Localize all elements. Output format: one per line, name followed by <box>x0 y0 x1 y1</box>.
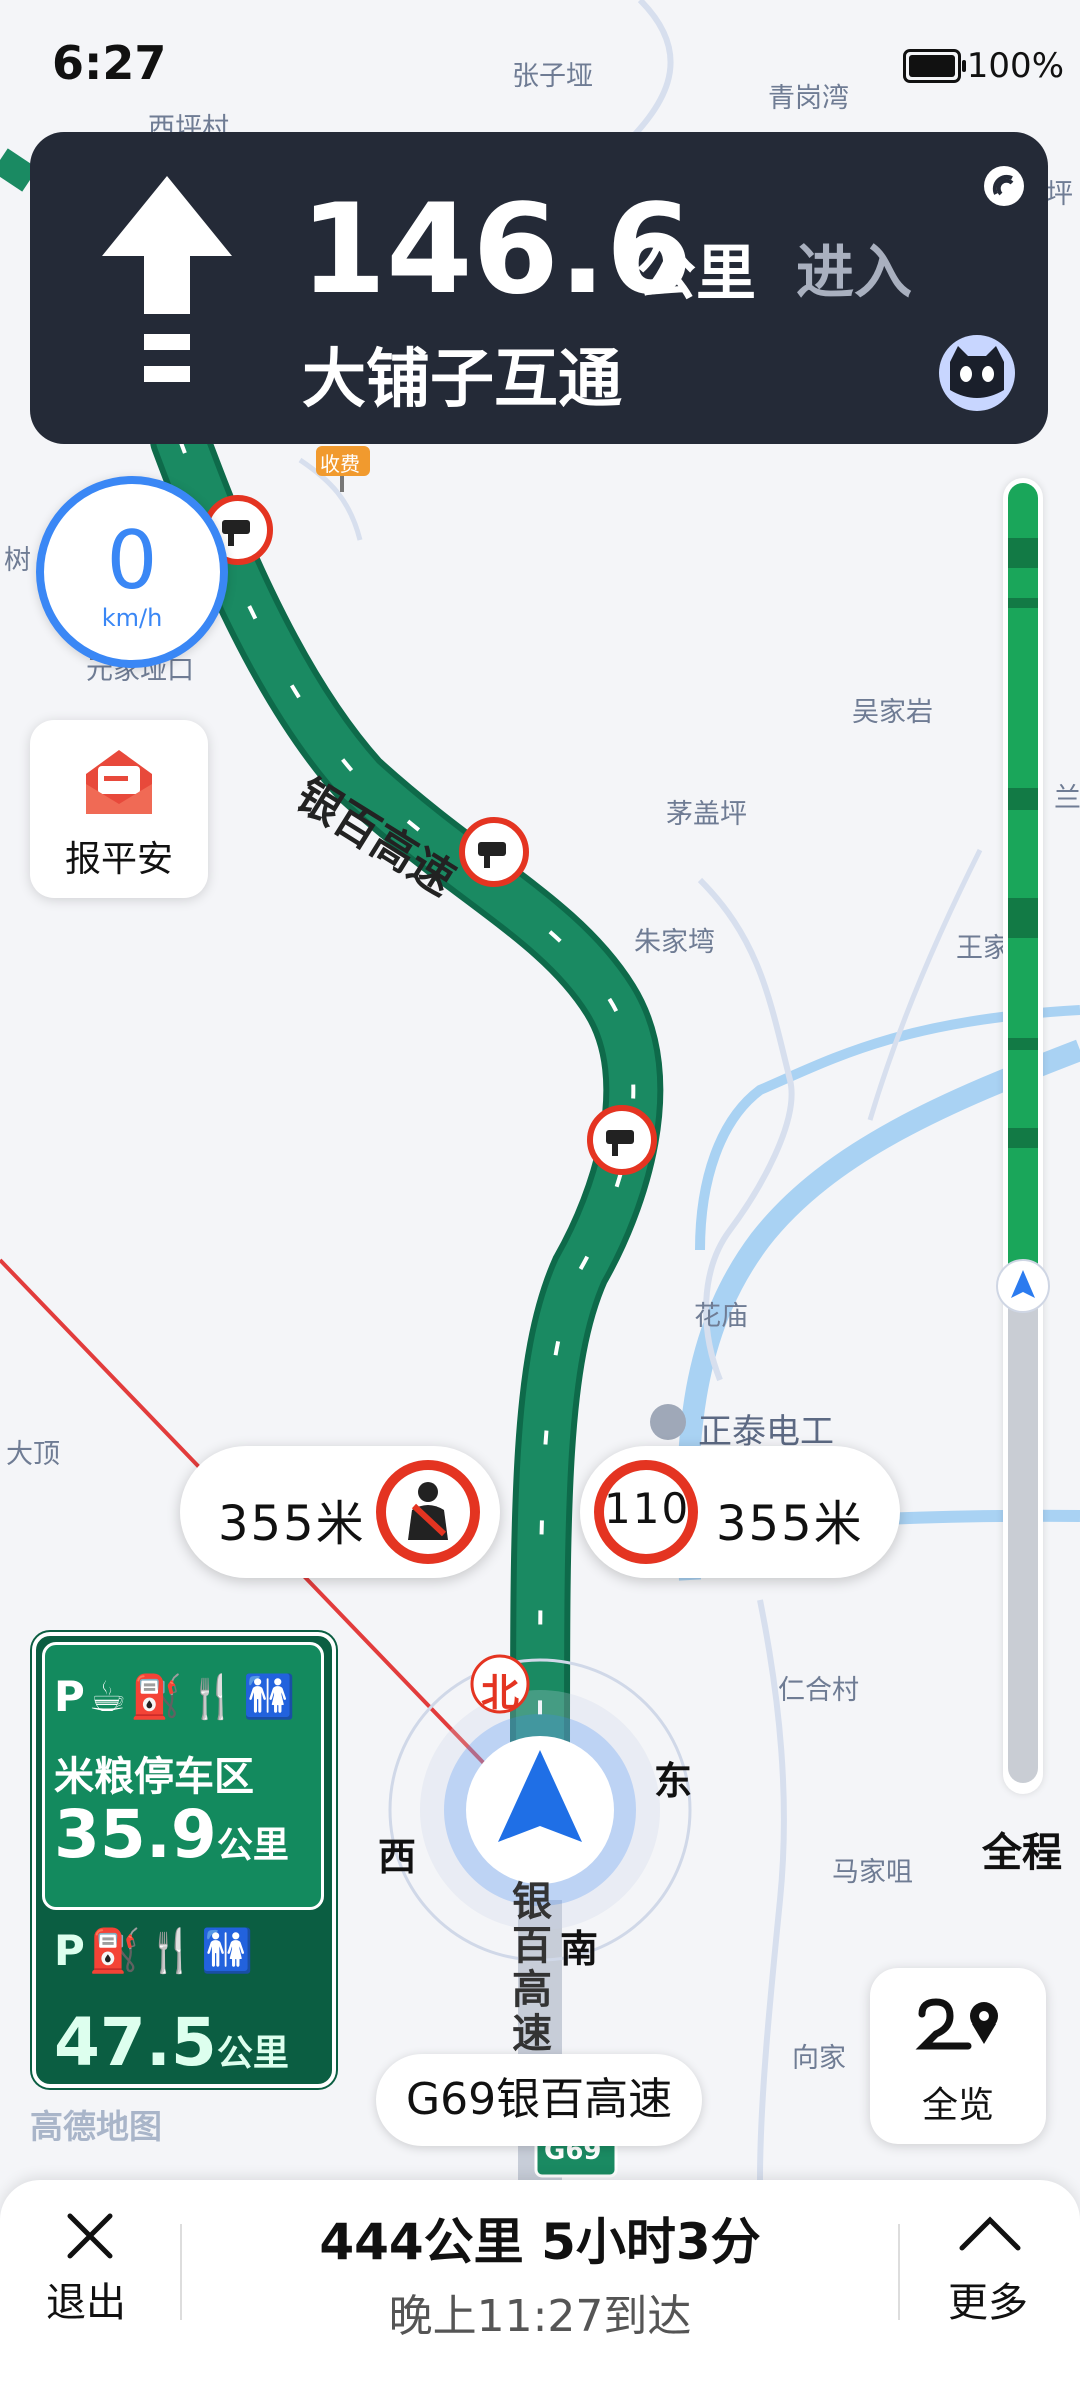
toll-label: 收费 <box>320 452 360 476</box>
map-place-label: 兰 <box>1054 783 1080 814</box>
battery-indicator: 100% <box>902 46 1064 86</box>
next-road-name: 大铺子互通 <box>302 343 622 417</box>
service-area-distance: 35.9公里 <box>54 1796 289 1873</box>
map-place-label: 王家 <box>956 933 1010 964</box>
trip-distance-time: 444公里 5小时3分 <box>319 2213 761 2271</box>
camera-icon <box>459 817 529 887</box>
camera-icon <box>587 1105 657 1175</box>
speed-unit: km/h <box>101 604 163 632</box>
overview-button[interactable]: 全览 <box>870 1968 1046 2144</box>
overview-label: 全览 <box>921 2085 994 2126</box>
map-place-label: 花庙 <box>694 1301 748 1332</box>
minor-road <box>617 0 674 153</box>
map-place-label: 大顶 <box>6 1439 60 1470</box>
progress-position-icon <box>996 1259 1050 1313</box>
more-button[interactable]: 更多 <box>948 2270 1028 2328</box>
map-place-label: 吴家岩 <box>852 697 933 728</box>
service-area-distance-second: 47.5公里 <box>54 2004 289 2081</box>
progress-label: 全程 <box>982 1830 1062 1876</box>
map-place-label: 马家咀 <box>832 1857 913 1888</box>
map-place-label: 向家 <box>792 2043 846 2074</box>
service-icons: P☕⛽🍴🚻 <box>54 1672 300 1721</box>
battery-icon <box>902 49 966 83</box>
compass-west: 西 <box>378 1835 417 1879</box>
current-speed: 0 <box>106 514 158 607</box>
report-safe-button[interactable]: 报平安 <box>30 720 208 898</box>
seatbelt-icon <box>376 1460 480 1564</box>
divider <box>898 2224 900 2320</box>
current-road-label: G69银百高速 <box>376 2054 703 2146</box>
map-place-label: 青岗湾 <box>768 83 849 114</box>
seatbelt-alert-distance: 355米 <box>218 1496 366 1552</box>
chevron-up-icon[interactable] <box>958 2214 1022 2254</box>
map-place-label: 仁合村 <box>778 1675 859 1706</box>
service-icons-second: P⛽🍴🚻 <box>54 1926 258 1975</box>
report-safe-label: 报平安 <box>64 839 173 880</box>
compass-east: 东 <box>654 1759 693 1803</box>
route-progress-fill <box>1008 483 1038 1783</box>
route-overview-icon <box>915 1998 998 2050</box>
toll-pole <box>340 476 344 492</box>
arrival-time: 晚上11:27到达 <box>388 2291 692 2342</box>
battery-level: 100% <box>966 46 1064 86</box>
map-place-label: 坪 <box>1046 179 1073 210</box>
voice-signal-icon[interactable] <box>982 164 1026 208</box>
turn-action: 进入 <box>796 238 913 306</box>
compass-south: 南 <box>560 1927 599 1971</box>
speed-limit-alert: 110 355米 <box>580 1446 900 1578</box>
map-place-label: 树 <box>4 545 31 576</box>
speed-limit-value: 110 <box>604 1484 691 1533</box>
status-time: 6:27 <box>52 36 167 90</box>
assistant-avatar-icon[interactable] <box>936 332 1018 414</box>
minor-road <box>867 848 983 1121</box>
straight-arrow-icon <box>102 176 232 382</box>
compass-north: 北 <box>481 1671 520 1715</box>
seatbelt-alert: 355米 <box>180 1446 500 1578</box>
speed-limit-distance: 355米 <box>716 1496 864 1552</box>
map-place-label: 朱家塆 <box>634 927 715 958</box>
map-place-label: 茅盖坪 <box>666 799 747 830</box>
turn-distance: 146.6 <box>300 178 693 322</box>
map-place-label: 张子垭 <box>512 61 593 92</box>
route-stub <box>0 148 38 192</box>
poi-icon <box>650 1404 686 1440</box>
turn-distance-unit: 公里 <box>636 239 756 309</box>
service-area-name: 米粮停车区 <box>54 1754 254 1800</box>
speedometer: 0 km/h <box>36 476 228 668</box>
route-progress-bar <box>996 478 1050 1794</box>
route-road-name-lower: 银百高速 <box>512 1879 552 2057</box>
service-area-card[interactable]: P☕⛽🍴🚻 米粮停车区 35.9公里 P⛽🍴🚻 47.5公里 <box>32 1632 336 2088</box>
envelope-icon <box>86 750 152 814</box>
map-watermark: 高德地图 <box>30 2107 162 2146</box>
